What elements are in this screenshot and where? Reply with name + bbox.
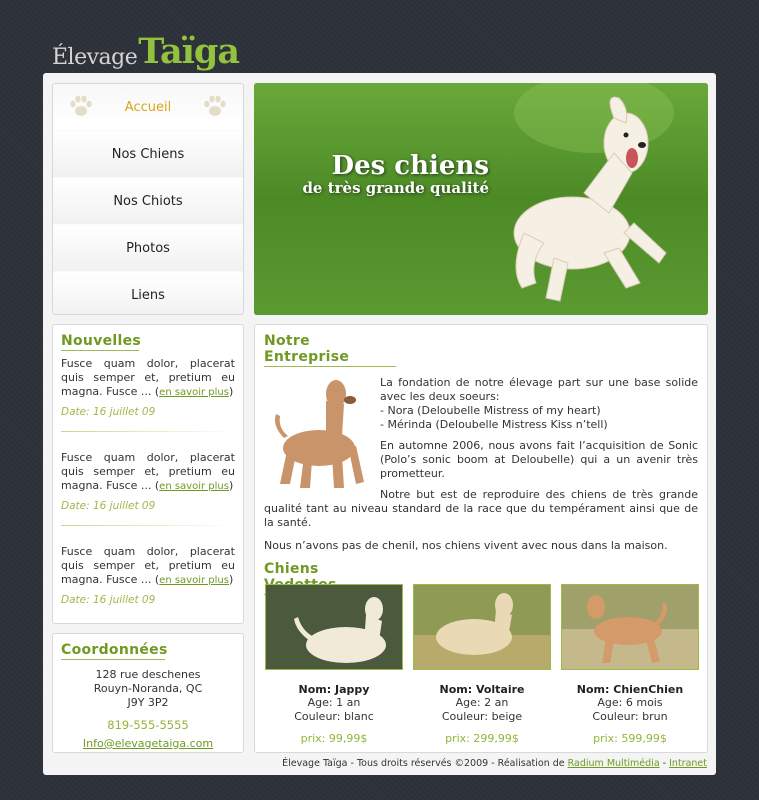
dog-name: Nom: Jappy	[298, 683, 370, 696]
footer-text: Élevage Taïga - Tous droits réservés ©20…	[282, 758, 568, 769]
nav-label: Nos Chiens	[111, 146, 185, 162]
news-divider	[61, 431, 235, 432]
about-section: La fondation de notre élevage part sur u…	[264, 376, 698, 553]
featured-dog-card[interactable]: Nom: ChienChien Age: 6 mois Couleur: bru…	[561, 584, 699, 745]
about-heading: Notre Entreprise	[264, 333, 396, 367]
afghan-hound-photo	[264, 376, 370, 492]
dog-photo-image	[266, 585, 402, 669]
news-date: Date: 16 juillet 09	[61, 500, 156, 512]
nav-item-photos[interactable]: Photos	[53, 225, 243, 272]
footer-separator: -	[659, 758, 670, 769]
news-item: Fusce quam dolor, placerat quis semper e…	[61, 451, 235, 526]
nav-label: Liens	[131, 287, 165, 303]
featured-dog-card[interactable]: Nom: Voltaire Age: 2 an Couleur: beige p…	[413, 584, 551, 745]
dog-price: prix: 299,99$	[445, 732, 519, 745]
dog-age: Age: 1 an	[307, 696, 361, 709]
dog-price: prix: 99,99$	[300, 732, 368, 745]
nav-label: Accueil	[124, 99, 172, 115]
nav-label: Nos Chiots	[113, 193, 183, 209]
dog-color: Couleur: blanc	[294, 710, 374, 723]
news-paren: )	[228, 479, 234, 492]
about-p4: Nous n’avons pas de chenil, nos chiens v…	[264, 539, 668, 552]
news-divider	[61, 525, 235, 526]
read-more-link[interactable]: en savoir plus	[159, 575, 229, 586]
dog-name: Nom: Voltaire	[439, 683, 525, 696]
footer-link-radium[interactable]: Radium Multimédia	[568, 758, 660, 769]
email-link[interactable]: Info@elevagetaiga.com	[83, 737, 213, 750]
news-date: Date: 16 juillet 09	[61, 406, 156, 418]
address-line: 128 rue deschenes	[95, 668, 201, 681]
city-line: Rouyn-Noranda, QC	[93, 682, 203, 695]
news-text: Fusce quam dolor, placerat quis semper e…	[61, 545, 235, 588]
dog-age: Age: 2 an	[455, 696, 509, 709]
running-dog-image	[254, 83, 708, 315]
dog-photo-chienchien	[561, 584, 699, 670]
logo-text-elevage: Élevage	[52, 45, 138, 70]
news-panel: Nouvelles Fusce quam dolor, placerat qui…	[52, 324, 244, 624]
phone-number: 819-555-5555	[107, 718, 189, 732]
news-date: Date: 16 juillet 09	[61, 594, 156, 606]
contact-heading: Coordonnées	[61, 642, 168, 660]
nav-item-nos-chiens[interactable]: Nos Chiens	[53, 131, 243, 178]
nav-item-liens[interactable]: Liens	[53, 272, 243, 314]
main-navigation: Accueil Nos Chiens Nos Chiots Photos Lie…	[52, 83, 244, 315]
site-logo[interactable]: Élevage Taïga	[52, 26, 240, 72]
footer-link-intranet[interactable]: Intranet	[669, 758, 707, 769]
read-more-link[interactable]: en savoir plus	[159, 481, 229, 492]
nav-item-accueil[interactable]: Accueil	[53, 84, 243, 131]
dog-color: Couleur: beige	[441, 710, 523, 723]
about-p3: Notre but est de reproduire des chiens d…	[264, 488, 698, 529]
logo-text-taiga: Taïga	[138, 31, 240, 72]
news-text: Fusce quam dolor, placerat quis semper e…	[61, 357, 235, 400]
main-content: Notre Entreprise La fondation de notre é…	[254, 324, 708, 753]
site-footer: Élevage Taïga - Tous droits réservés ©20…	[282, 758, 707, 769]
news-item: Fusce quam dolor, placerat quis semper e…	[61, 357, 235, 432]
news-paren: )	[228, 385, 234, 398]
news-heading: Nouvelles	[61, 333, 142, 351]
dog-photo-jappy	[265, 584, 403, 670]
read-more-link[interactable]: en savoir plus	[159, 387, 229, 398]
paw-icon	[204, 95, 226, 116]
paw-icon	[70, 95, 92, 116]
nav-label: Photos	[126, 240, 170, 256]
dog-photo-image	[562, 585, 698, 669]
hero-title: Des chiens	[331, 151, 489, 181]
dog-name: Nom: ChienChien	[576, 683, 684, 696]
dog-photo-image	[414, 585, 550, 669]
hero-banner: Des chiens de très grande qualité	[254, 83, 708, 315]
news-text: Fusce quam dolor, placerat quis semper e…	[61, 451, 235, 494]
postal-code: J9Y 3P2	[127, 696, 169, 709]
news-item: Fusce quam dolor, placerat quis semper e…	[61, 545, 235, 606]
nav-item-nos-chiots[interactable]: Nos Chiots	[53, 178, 243, 225]
featured-dog-card[interactable]: Nom: Jappy Age: 1 an Couleur: blanc prix…	[265, 584, 403, 745]
news-paren: )	[228, 573, 234, 586]
dog-price: prix: 599,99$	[593, 732, 667, 745]
dog-photo-voltaire	[413, 584, 551, 670]
contact-panel: Coordonnées 128 rue deschenes Rouyn-Nora…	[52, 633, 244, 753]
dog-color: Couleur: brun	[592, 710, 668, 723]
hero-subtitle: de très grande qualité	[302, 179, 489, 197]
dog-age: Age: 6 mois	[597, 696, 663, 709]
